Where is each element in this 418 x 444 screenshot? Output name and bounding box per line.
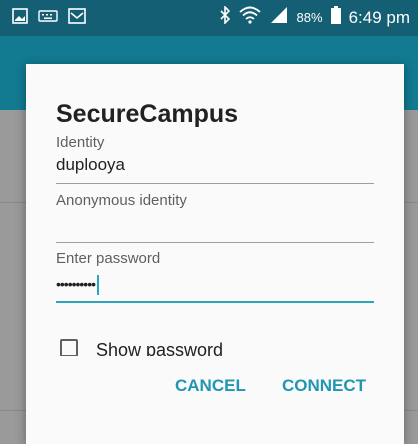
password-underline (56, 301, 374, 303)
cancel-button[interactable]: CANCEL (175, 376, 246, 396)
dialog-scroll-area[interactable]: SecureCampus Identity duplooya Anonymous… (26, 64, 404, 356)
clock: 6:49 pm (348, 7, 410, 27)
anonymous-identity-field[interactable] (56, 216, 374, 238)
battery-percent: 88% (296, 10, 323, 25)
mail-icon (68, 8, 86, 29)
identity-underline (56, 183, 374, 184)
bluetooth-icon (219, 5, 231, 29)
signal-icon (269, 6, 289, 29)
keyboard-icon (38, 9, 58, 28)
show-password-label[interactable]: Show password (96, 340, 223, 356)
password-label: Enter password (56, 250, 161, 267)
anonymous-identity-label: Anonymous identity (56, 192, 187, 209)
connect-button[interactable]: CONNECT (282, 376, 366, 396)
text-cursor (97, 274, 100, 295)
wifi-icon (238, 6, 261, 29)
gallery-icon (12, 8, 28, 29)
status-bar-system: 88% 6:49 pm (219, 5, 410, 29)
show-password-checkbox[interactable] (60, 339, 78, 356)
status-bar-notifications (12, 8, 86, 29)
identity-field[interactable]: duplooya (56, 155, 125, 175)
status-bar: 88% 6:49 pm (0, 0, 418, 36)
battery-icon (330, 6, 341, 29)
anonymous-identity-underline (56, 242, 374, 243)
identity-label: Identity (56, 134, 105, 151)
password-value: •••••••••• (56, 276, 96, 292)
dialog-title: SecureCampus (56, 100, 239, 128)
password-field[interactable]: •••••••••• (56, 274, 100, 295)
wifi-connect-dialog: SecureCampus Identity duplooya Anonymous… (26, 64, 404, 444)
